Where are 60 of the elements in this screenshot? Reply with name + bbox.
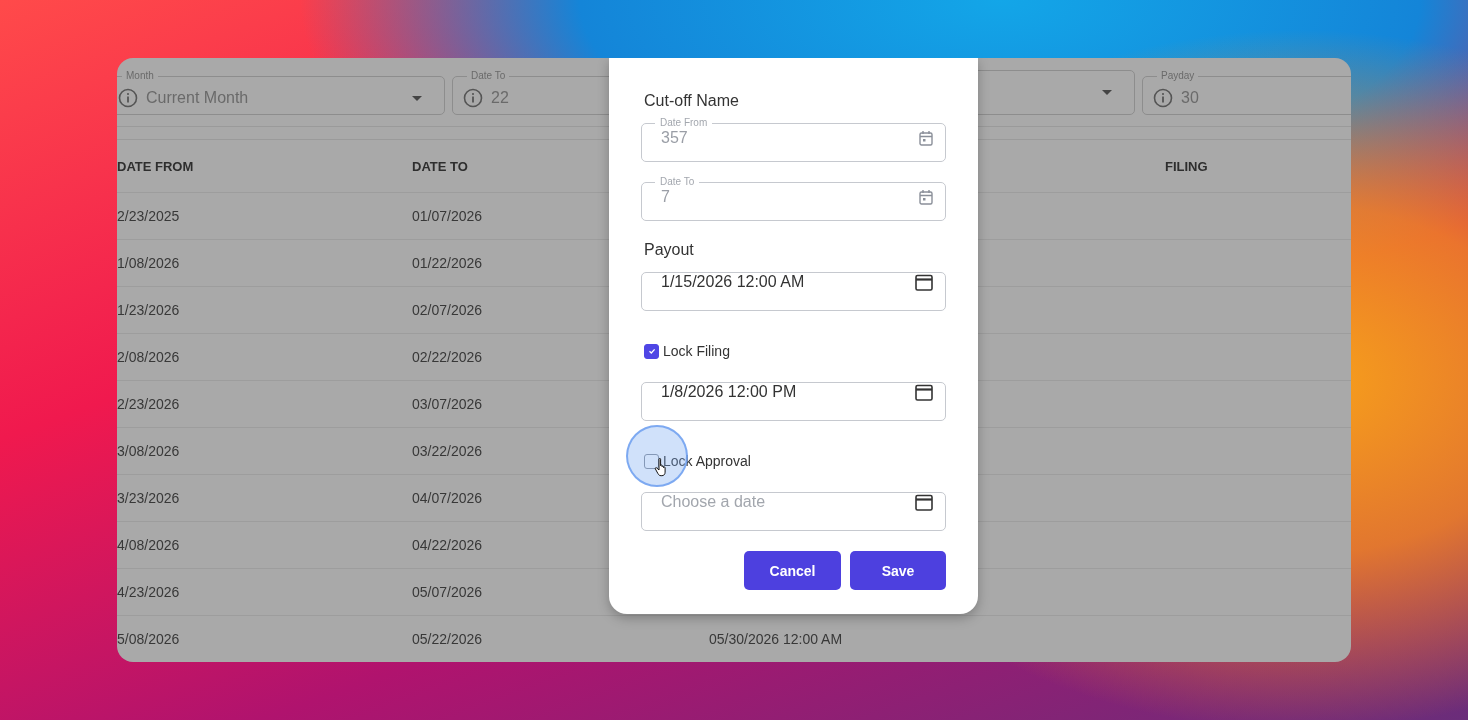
table-cell: 3/23/2026 [117, 490, 180, 506]
calendar-icon [919, 189, 933, 205]
table-cell: 3/08/2026 [117, 443, 180, 459]
section-label: Payout [644, 241, 695, 259]
field-value: 22 [491, 89, 509, 107]
calendar-icon [915, 273, 933, 291]
checkbox-label: Lock Filing [663, 343, 730, 359]
placeholder-text: Choose a date [661, 493, 766, 511]
column-header: DATE TO [412, 158, 468, 174]
column-header: FILING [1165, 158, 1208, 174]
checkbox-label: Lock Approval [663, 453, 751, 469]
field-value: Current Month [146, 89, 249, 107]
field-value: 30 [1181, 89, 1199, 107]
table-cell: 1/08/2026 [117, 255, 180, 271]
info-icon [463, 88, 483, 108]
calendar-icon [915, 383, 933, 401]
field-value: 1/8/2026 12:00 PM [661, 383, 797, 401]
date-field[interactable]: 1/8/2026 12:00 PM [641, 382, 946, 421]
table-cell: 05/22/2026 [412, 631, 483, 647]
table-cell: 05/30/2026 12:00 AM [709, 631, 843, 647]
column-header: DATE FROM [117, 158, 194, 174]
table-cell: 2/08/2026 [117, 349, 180, 365]
table-cell: 05/07/2026 [412, 584, 483, 600]
table-cell: 2/23/2025 [117, 208, 180, 224]
table-cell: 01/22/2026 [412, 255, 483, 271]
date-field[interactable]: 1/15/2026 12:00 AM [641, 272, 946, 311]
field-label: Date From [659, 117, 709, 129]
dropdown-caret-icon [412, 95, 422, 101]
section-label: Cut-off Name [644, 92, 740, 110]
table-cell: 4/08/2026 [117, 537, 180, 553]
filter-field[interactable]: Payday 30 [1142, 70, 1351, 115]
dropdown-caret-icon [1102, 90, 1112, 95]
field-label: Date To [659, 176, 696, 188]
field-label: Month [125, 70, 155, 82]
filter-field[interactable]: Month Current Month [117, 70, 445, 115]
table-cell: 03/22/2026 [412, 443, 483, 459]
save-button[interactable]: Save [850, 551, 946, 590]
cancel-button[interactable]: Cancel [744, 551, 841, 590]
calendar-icon [919, 130, 933, 146]
date-field[interactable]: Choose a date [641, 492, 946, 531]
checkbox[interactable] [644, 343, 659, 359]
table-cell: 5/08/2026 [117, 631, 180, 647]
field-value: 357 [661, 129, 688, 147]
table-cell: 02/07/2026 [412, 302, 483, 318]
table-cell: 01/07/2026 [412, 208, 483, 224]
calendar-icon [915, 493, 933, 511]
table-cell: 03/07/2026 [412, 396, 483, 412]
table-cell: 1/23/2026 [117, 302, 180, 318]
table-cell: 2/23/2026 [117, 396, 180, 412]
checkmark-icon [646, 346, 657, 356]
field-value: 1/15/2026 12:00 AM [661, 273, 805, 291]
table-cell: 04/22/2026 [412, 537, 483, 553]
table-cell: 4/23/2026 [117, 584, 180, 600]
field-label: Date To [470, 70, 507, 82]
field-label: Payday [1160, 70, 1196, 82]
table-cell: 04/07/2026 [412, 490, 483, 506]
field-value: 7 [661, 188, 670, 206]
info-icon [1153, 88, 1173, 108]
table-cell: 02/22/2026 [412, 349, 483, 365]
info-icon [118, 88, 138, 108]
